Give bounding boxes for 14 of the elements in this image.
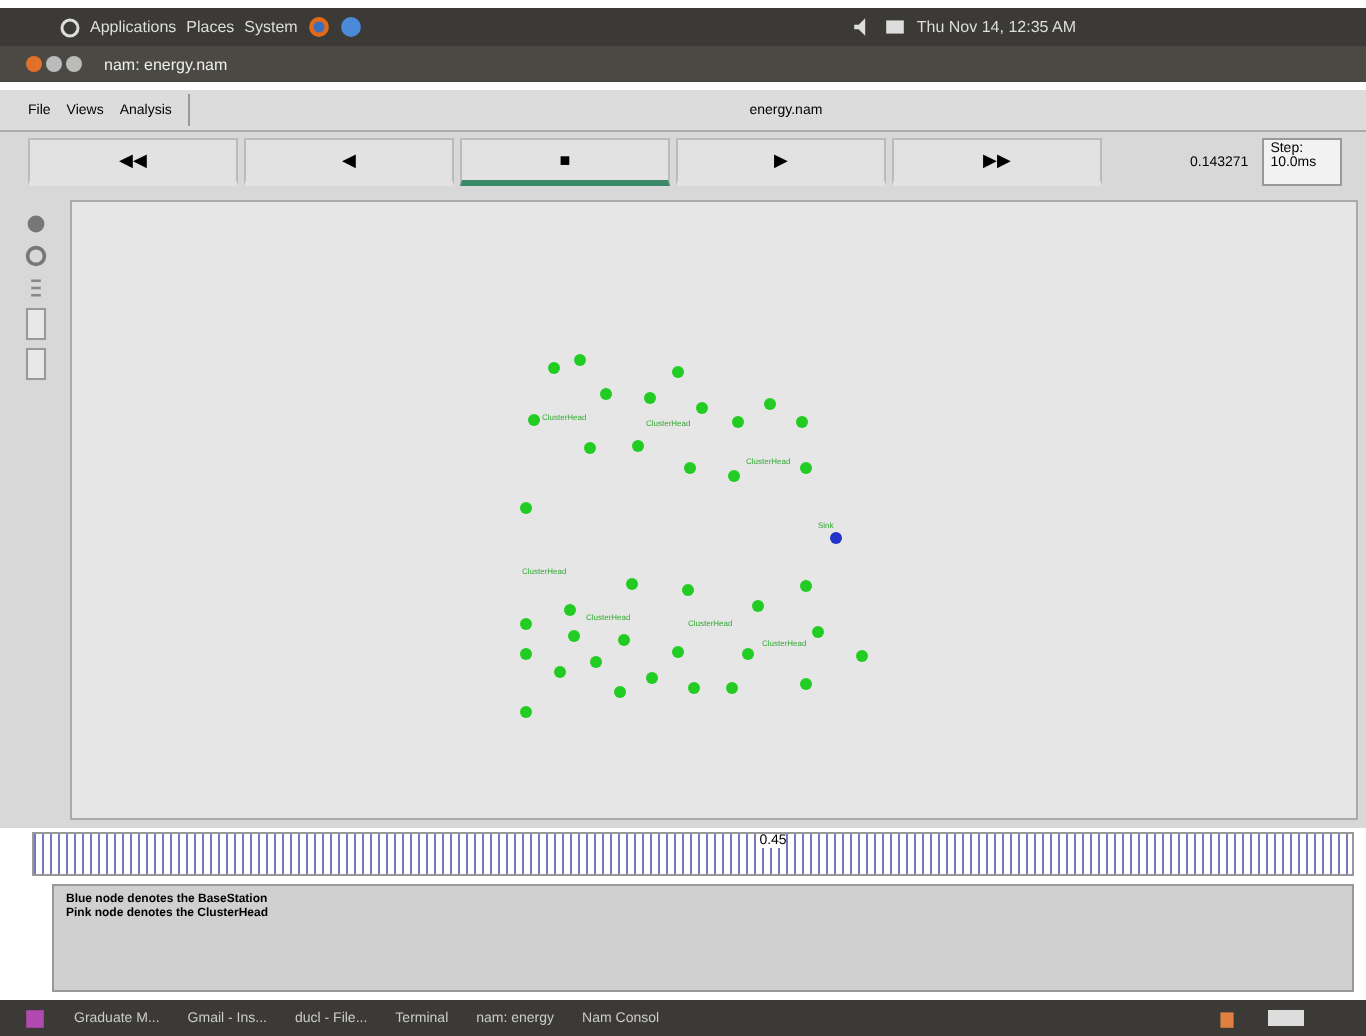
playback-button[interactable]: ■ <box>460 138 670 186</box>
playback-button[interactable]: ◀◀ <box>28 138 238 186</box>
playback-button[interactable]: ▶ <box>676 138 886 186</box>
show-desktop-icon[interactable] <box>24 1007 46 1029</box>
playback-button[interactable]: ◀ <box>244 138 454 186</box>
playback-button[interactable]: ▶▶ <box>892 138 1102 186</box>
ubuntu-logo-icon[interactable] <box>60 17 80 37</box>
panel-clock[interactable]: Thu Nov 14, 12:35 AM <box>916 18 1076 36</box>
window-title: nam: energy.nam <box>104 55 228 73</box>
browser-icon[interactable] <box>307 16 330 38</box>
panel-menu[interactable]: System <box>244 18 298 36</box>
window-buttons-icon[interactable] <box>24 54 84 74</box>
panel-menu[interactable]: Applications <box>90 18 177 36</box>
panel-menu[interactable]: Places <box>186 18 235 36</box>
